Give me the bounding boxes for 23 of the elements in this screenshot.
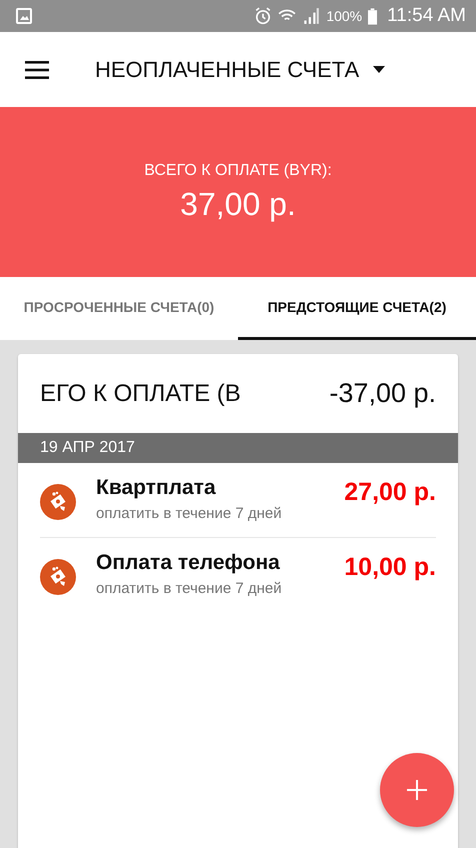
total-label: ВСЕГО К ОПЛАТЕ (BYR): xyxy=(144,162,332,180)
plus-icon xyxy=(405,778,429,802)
battery-level: 100% xyxy=(326,8,362,24)
money-icon xyxy=(40,559,76,595)
menu-icon[interactable] xyxy=(25,60,49,78)
total-amount: 37,00 р. xyxy=(180,186,296,222)
bill-name: Оплата телефона xyxy=(96,551,281,575)
total-label: ЕГО К ОПЛАТЕ (B xyxy=(40,380,241,408)
bill-note: оплатить в течение 7 дней xyxy=(96,580,283,597)
screen-title-dropdown[interactable]: НЕОПЛАЧЕННЫЕ СЧЕТА xyxy=(95,56,360,82)
money-icon xyxy=(40,484,76,520)
total-amount: -37,00 р. xyxy=(329,378,436,409)
battery-icon xyxy=(368,8,378,24)
bill-amount: 27,00 р. xyxy=(344,478,436,507)
caret-icon[interactable] xyxy=(373,66,386,73)
bill-name: Квартплата xyxy=(96,476,217,500)
date-header: 19 АПР 2017 xyxy=(18,433,458,463)
bill-note: оплатить в течение 7 дней xyxy=(96,505,283,522)
bill-amount: 10,00 р. xyxy=(344,553,436,582)
signal-icon xyxy=(302,7,320,25)
alarm-icon xyxy=(254,7,272,25)
clock: 11:54 AM xyxy=(387,5,466,27)
image-icon xyxy=(16,8,32,24)
